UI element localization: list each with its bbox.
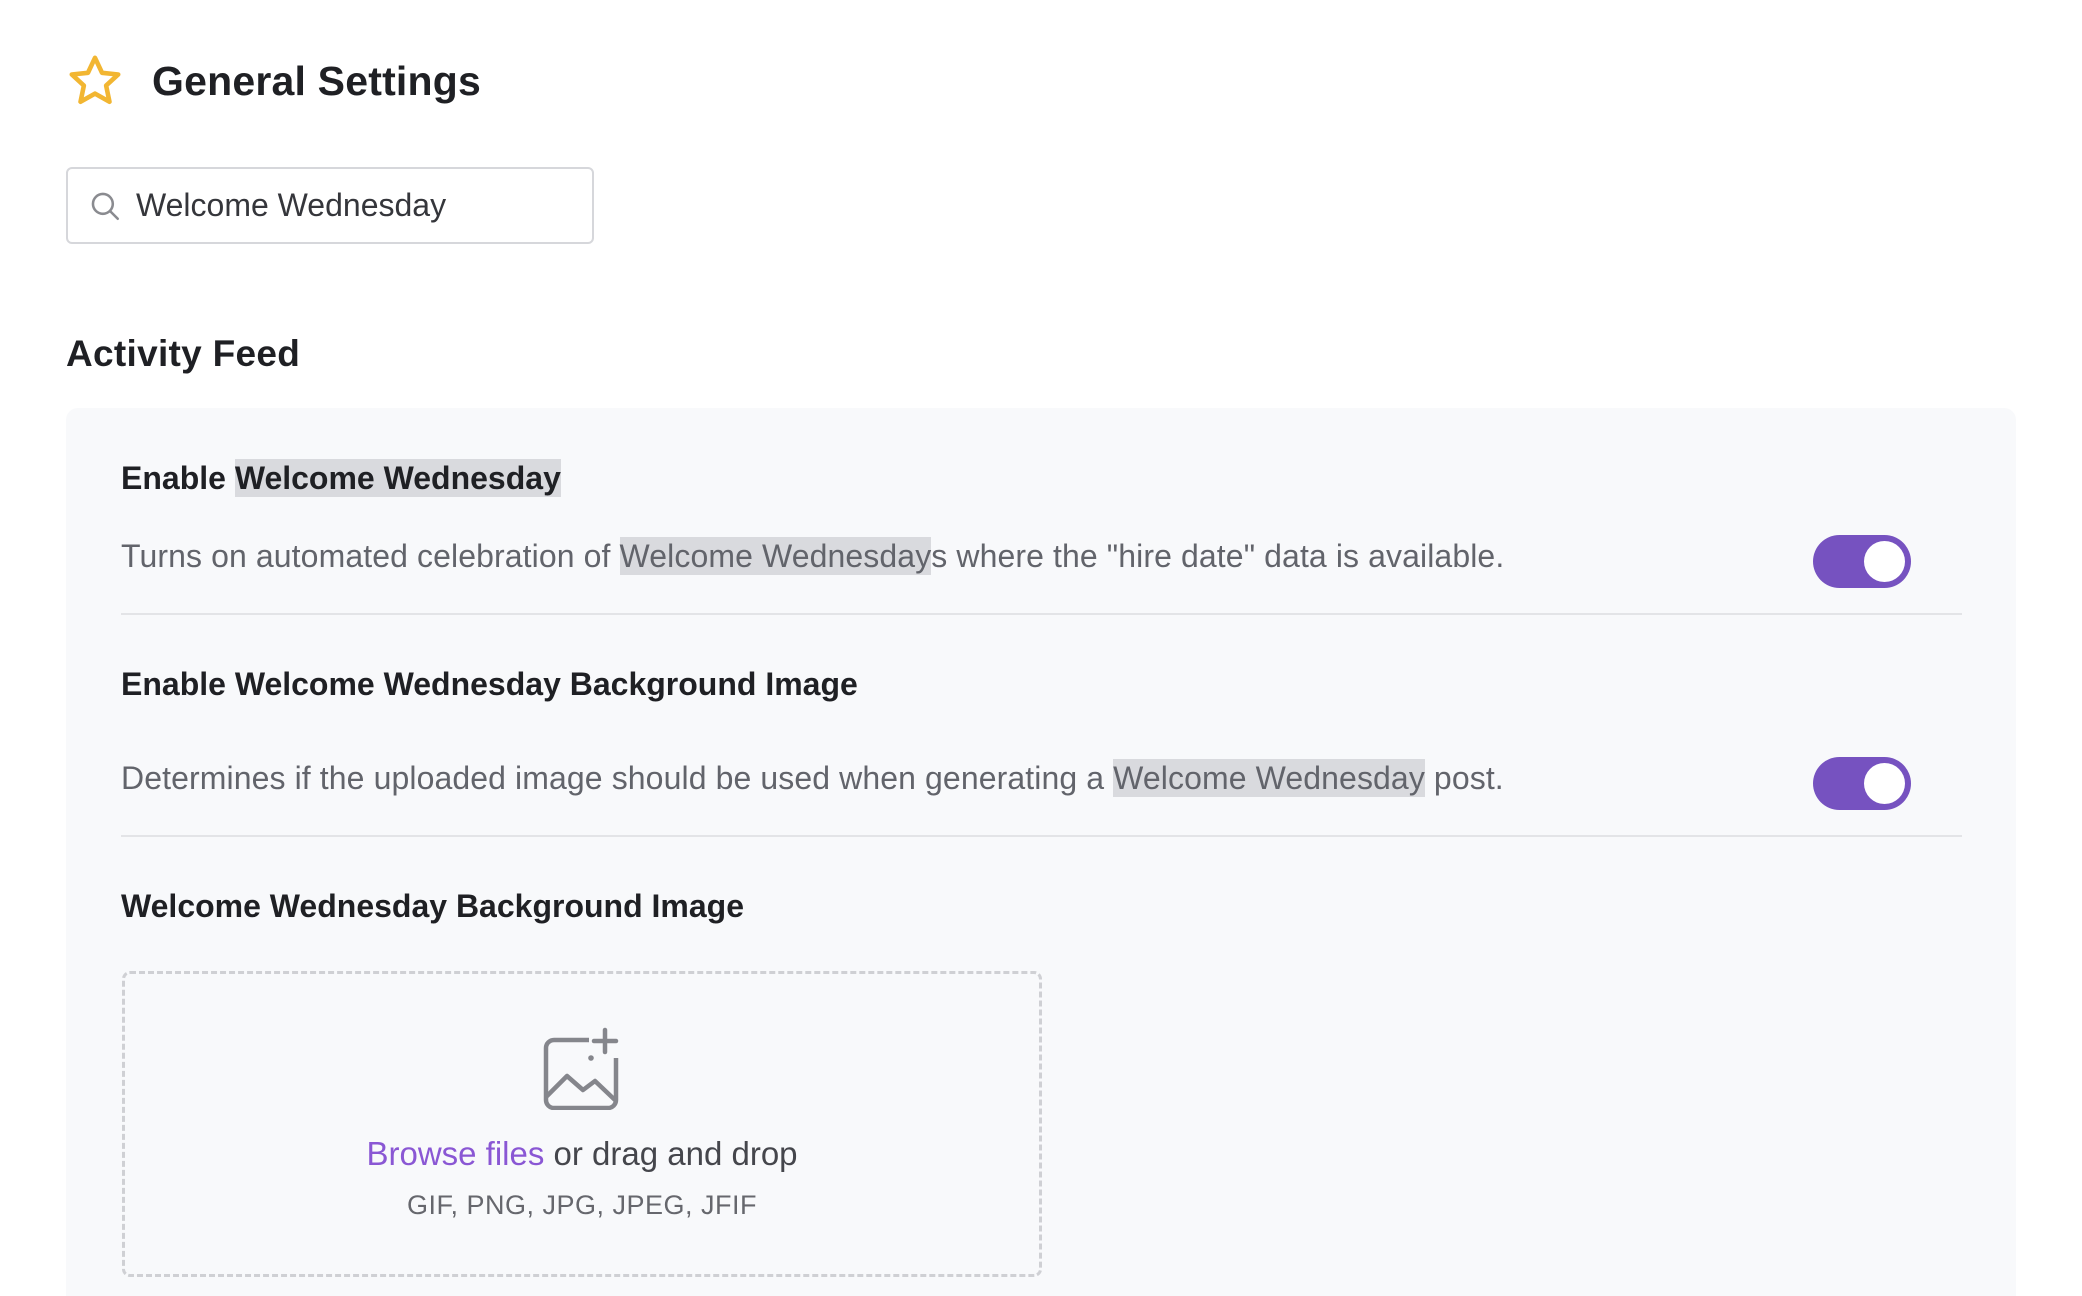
setting-desc-suffix: post. [1424, 760, 1504, 796]
dropzone-prompt: Browse files or drag and drop [125, 1135, 1039, 1173]
setting-desc-suffix: s where the "hire date" data is availabl… [931, 538, 1505, 574]
toggle-knob [1864, 541, 1905, 582]
setting-desc-welcome-wednesday: Turns on automated celebration of Welcom… [121, 537, 1505, 575]
search-input[interactable] [136, 187, 576, 224]
divider [121, 613, 1962, 615]
setting-title-welcome-wednesday: Enable Welcome Wednesday [121, 459, 561, 497]
settings-page: General Settings Activity Feed Enable We… [0, 0, 2082, 1296]
search-box[interactable] [66, 167, 594, 244]
welcome-wednesday-toggle[interactable] [1813, 535, 1911, 588]
setting-desc-prefix: Determines if the uploaded image should … [121, 760, 1114, 796]
setting-title-background-image: Enable Welcome Wednesday Background Imag… [121, 666, 858, 702]
search-icon [91, 192, 120, 220]
page-title: General Settings [152, 57, 482, 104]
browse-files-link[interactable]: Browse files [366, 1135, 544, 1172]
upload-title: Welcome Wednesday Background Image [121, 888, 744, 924]
star-icon [69, 55, 121, 105]
search-highlight: Welcome Wednesday [234, 459, 561, 497]
file-dropzone[interactable]: Browse files or drag and drop GIF, PNG, … [122, 971, 1042, 1277]
divider [121, 835, 1962, 837]
search-highlight: Welcome Wednesday [1113, 759, 1425, 797]
image-add-icon [543, 1027, 621, 1110]
allowed-file-types: GIF, PNG, JPG, JPEG, JFIF [406, 1190, 758, 1220]
setting-desc-background-image: Determines if the uploaded image should … [121, 759, 1504, 797]
search-highlight: Welcome Wednesday [619, 537, 932, 575]
toggle-knob [1864, 763, 1905, 804]
section-title: Activity Feed [66, 333, 301, 374]
setting-desc-prefix: Turns on automated celebration of [121, 538, 620, 574]
drag-drop-text: or drag and drop [544, 1135, 798, 1172]
background-image-toggle[interactable] [1813, 757, 1911, 810]
setting-title-prefix: Enable [121, 460, 235, 496]
page-header: General Settings [66, 52, 481, 110]
